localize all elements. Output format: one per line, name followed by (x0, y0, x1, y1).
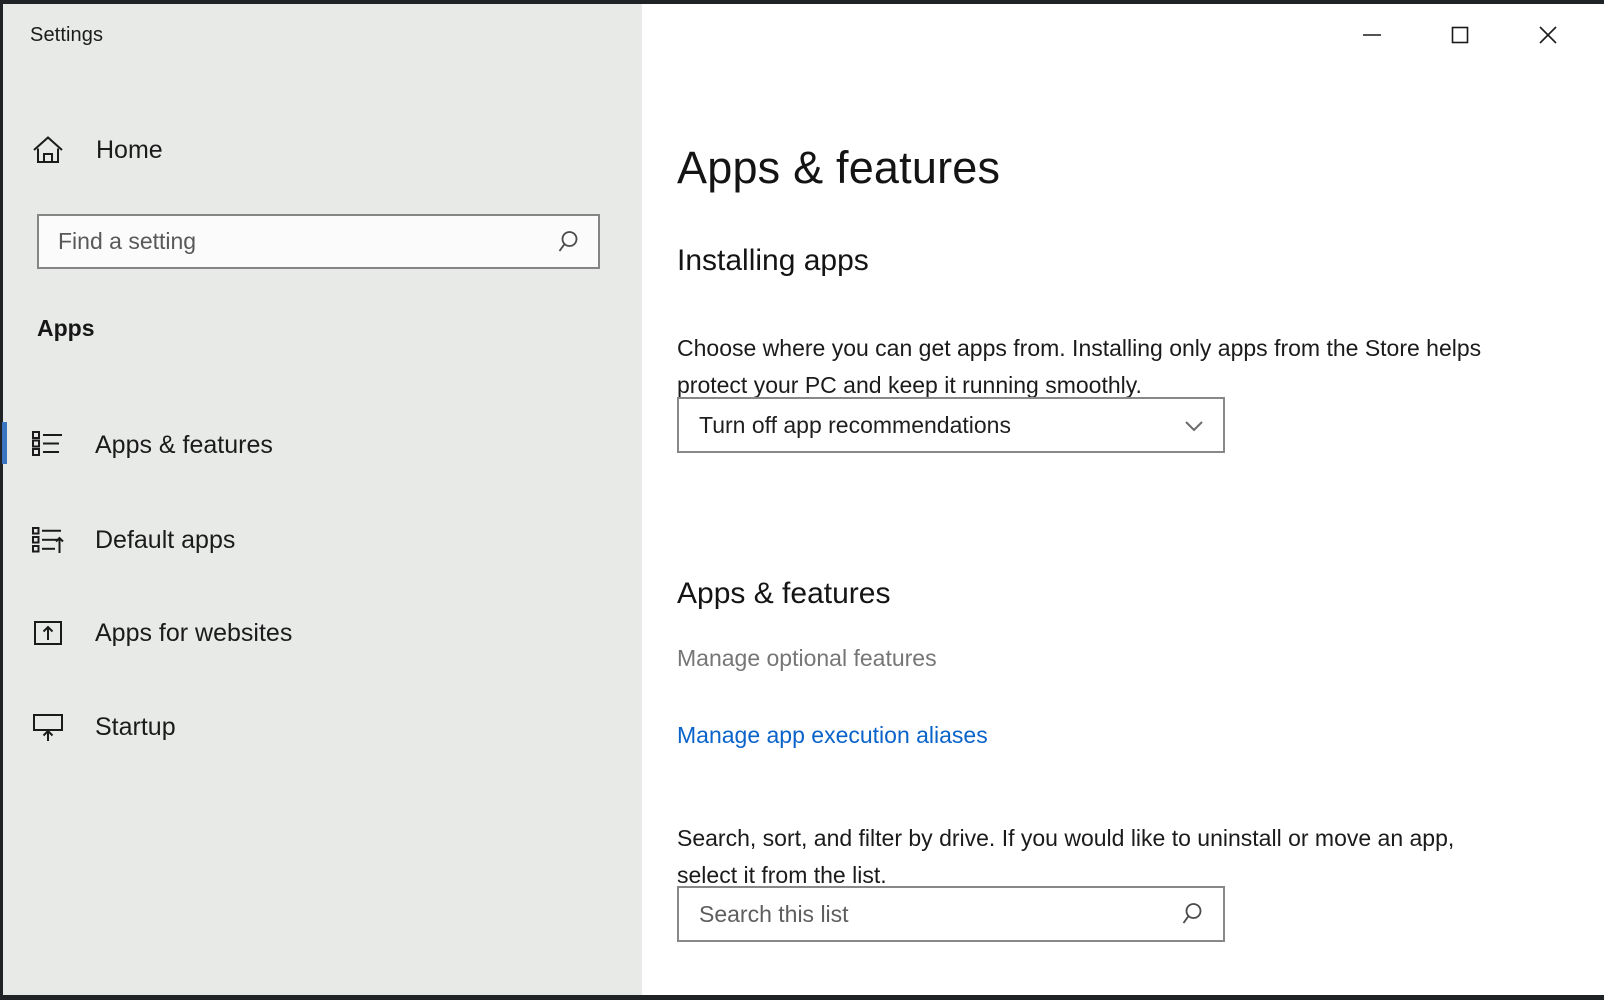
sidebar-item-home-label: Home (96, 135, 163, 164)
app-recommendations-selected-value: Turn off app recommendations (699, 411, 1011, 438)
sidebar-group-header-apps: Apps (37, 315, 95, 341)
sidebar-item-home[interactable]: Home (3, 122, 642, 178)
chevron-down-icon[interactable] (1165, 412, 1223, 438)
search-icon[interactable] (544, 227, 598, 257)
sidebar-item-default-apps-label: Default apps (95, 525, 236, 554)
box-upload-icon (31, 616, 73, 650)
installing-apps-description: Choose where you can get apps from. Inst… (677, 335, 1482, 398)
title-bar: Settings (3, 4, 1604, 72)
find-a-setting-box[interactable] (37, 214, 600, 269)
minimize-icon (1359, 22, 1385, 48)
close-button[interactable] (1517, 4, 1579, 66)
maximize-icon (1447, 22, 1473, 48)
list-bullets-icon (31, 428, 73, 462)
settings-window: Settings Home Find a setting Apps Apps &… (0, 0, 1604, 1000)
search-list-description: Search, sort, and filter by drive. If yo… (677, 825, 1455, 888)
manage-app-execution-aliases-link[interactable]: Manage app execution aliases (677, 722, 988, 749)
sidebar-item-startup[interactable]: Startup (3, 696, 642, 758)
sidebar-item-apps-for-websites-label: Apps for websites (95, 618, 293, 647)
maximize-button[interactable] (1429, 4, 1491, 66)
sidebar-item-apps-features[interactable]: Apps & features (2, 414, 642, 476)
sidebar-item-apps-features-label: Apps & features (95, 430, 273, 459)
sidebar-item-startup-label: Startup (95, 712, 176, 741)
sidebar: Home Apps (2, 4, 642, 995)
close-icon (1534, 21, 1562, 49)
search-icon[interactable] (1167, 899, 1223, 929)
main-content: Apps & features Installing apps Choose w… (642, 4, 1604, 995)
search-this-list-box[interactable] (677, 886, 1225, 942)
home-icon (30, 132, 84, 168)
manage-optional-features-link[interactable]: Manage optional features (677, 645, 937, 672)
sidebar-item-default-apps[interactable]: Default apps (3, 509, 642, 571)
monitor-arrow-up-icon (31, 710, 73, 744)
minimize-button[interactable] (1341, 4, 1403, 66)
find-a-setting-input[interactable] (39, 227, 544, 256)
search-this-list-input[interactable] (679, 899, 1167, 929)
installing-apps-heading: Installing apps (677, 243, 869, 277)
app-title: Settings (30, 24, 104, 46)
app-recommendations-dropdown[interactable]: Turn off app recommendations (677, 397, 1225, 453)
apps-features-section-heading: Apps & features (677, 576, 891, 610)
sidebar-item-apps-for-websites[interactable]: Apps for websites (3, 602, 642, 664)
list-arrow-icon (31, 523, 73, 557)
page-title: Apps & features (677, 142, 1001, 194)
